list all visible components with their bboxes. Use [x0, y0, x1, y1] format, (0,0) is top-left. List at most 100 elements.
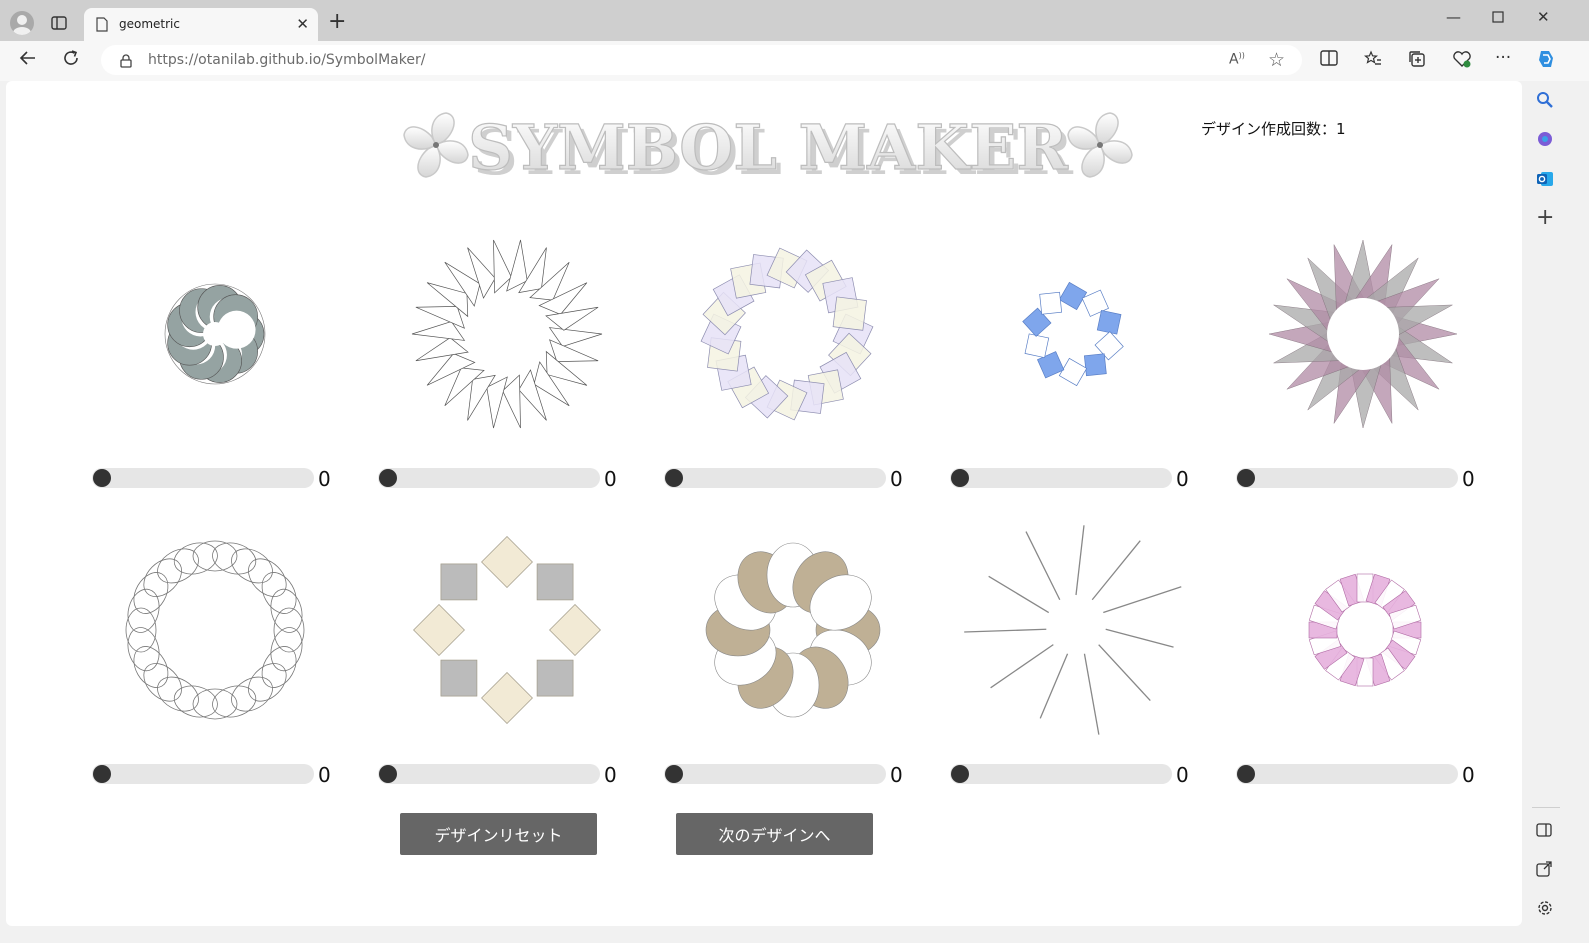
symbol-line: [1039, 653, 1069, 719]
design-count-label: デザイン作成回数：1: [1201, 120, 1346, 138]
symbol-line: [1098, 644, 1151, 702]
symbol-ellipse-ring[interactable]: [85, 510, 345, 750]
symbol-mauve-star[interactable]: [1229, 214, 1489, 454]
symbol-square: [413, 604, 465, 656]
slider-8[interactable]: [664, 764, 886, 784]
url-text: https://otanilab.github.io/SymbolMaker/: [148, 52, 426, 68]
web-page: SYMBOL MAKER SYMBOL MAKER デザイン作成回数：1 0 0…: [6, 81, 1522, 926]
svg-text:SYMBOL MAKER: SYMBOL MAKER: [468, 111, 1068, 184]
symbol-ellipse: [127, 627, 160, 672]
slider-2[interactable]: [378, 468, 600, 488]
symbol-square: [536, 563, 574, 601]
symbol-line: [1075, 525, 1085, 596]
symbol-star-triangles[interactable]: [371, 214, 631, 454]
back-arrow-icon[interactable]: [19, 49, 37, 71]
symbol-crescent-swirl[interactable]: [85, 214, 345, 454]
symbol-square: [1039, 291, 1063, 315]
symbol-line-burst[interactable]: [943, 510, 1203, 750]
slider-9[interactable]: [950, 764, 1172, 784]
symbol-line: [1091, 540, 1141, 601]
slider-knob[interactable]: [379, 765, 397, 783]
slider-knob[interactable]: [93, 469, 111, 487]
symbol-ellipse: [270, 627, 303, 672]
symbol-square: [536, 659, 574, 697]
search-icon[interactable]: [1536, 91, 1554, 113]
split-screen-icon[interactable]: [1320, 50, 1338, 70]
symbol-center: [1343, 608, 1387, 652]
symbol-line: [1025, 531, 1061, 601]
symbol-square: [1096, 309, 1122, 335]
profile-avatar-icon[interactable]: [10, 11, 34, 35]
symbol-ellipse: [127, 588, 160, 633]
copilot-icon[interactable]: [1535, 48, 1557, 74]
symbol-octagon-squares[interactable]: [371, 510, 631, 750]
browser-essentials-icon[interactable]: [1452, 50, 1472, 72]
symbol-blue-squares[interactable]: [943, 214, 1203, 454]
slider-10[interactable]: [1236, 764, 1458, 784]
slider-knob[interactable]: [665, 765, 683, 783]
symbol-square-ring[interactable]: [657, 214, 917, 454]
slider-knob[interactable]: [93, 765, 111, 783]
external-link-icon[interactable]: [1536, 861, 1552, 881]
slider-value-7: 0: [604, 763, 617, 787]
read-aloud-icon[interactable]: A)): [1229, 51, 1245, 68]
slider-6[interactable]: [92, 764, 314, 784]
maximize-icon[interactable]: [1492, 9, 1504, 27]
slider-value-6: 0: [318, 763, 331, 787]
settings-gear-icon[interactable]: [1536, 899, 1554, 921]
symbol-ellipse: [212, 685, 257, 718]
favorites-icon[interactable]: [1363, 50, 1382, 72]
slider-knob[interactable]: [1237, 469, 1255, 487]
symbol-ellipse: [173, 542, 218, 575]
add-icon[interactable]: +: [1536, 207, 1554, 229]
slider-knob[interactable]: [1237, 765, 1255, 783]
minimize-icon[interactable]: —: [1446, 8, 1461, 26]
copilot-sidebar-icon[interactable]: [1536, 130, 1554, 152]
slider-5[interactable]: [1236, 468, 1458, 488]
tab-actions-icon[interactable]: [51, 15, 67, 34]
favorite-star-icon[interactable]: ☆: [1268, 49, 1285, 71]
slider-value-4: 0: [1176, 467, 1189, 491]
slider-knob[interactable]: [951, 469, 969, 487]
edge-sidebar: +: [1524, 81, 1568, 943]
tab-bar: geometric ✕ + — ✕: [0, 0, 1589, 41]
refresh-icon[interactable]: [62, 49, 80, 71]
slider-value-5: 0: [1462, 467, 1475, 491]
sidebar-panel-icon[interactable]: [1536, 822, 1552, 841]
design-reset-button[interactable]: デザインリセット: [400, 813, 597, 855]
tab-close-icon[interactable]: ✕: [296, 15, 309, 33]
slider-value-8: 0: [890, 763, 903, 787]
slider-value-3: 0: [890, 467, 903, 491]
more-options-icon[interactable]: ···: [1495, 48, 1511, 68]
slider-knob[interactable]: [951, 765, 969, 783]
lock-icon[interactable]: [120, 53, 132, 72]
slider-knob[interactable]: [665, 469, 683, 487]
symbol-square: [440, 659, 478, 697]
close-window-icon[interactable]: ✕: [1537, 8, 1550, 26]
sidebar-divider: [1532, 807, 1560, 808]
slider-4[interactable]: [950, 468, 1172, 488]
symbol-pink-ring[interactable]: [1229, 510, 1489, 750]
address-bar[interactable]: https://otanilab.github.io/SymbolMaker/ …: [101, 45, 1302, 75]
symbol-maker-logo: SYMBOL MAKER SYMBOL MAKER: [398, 103, 1138, 197]
symbol-square: [1058, 357, 1088, 387]
symbol-square: [1058, 281, 1088, 311]
symbol-line: [990, 644, 1054, 689]
slider-value-10: 0: [1462, 763, 1475, 787]
outlook-icon[interactable]: [1536, 170, 1554, 192]
browser-tab[interactable]: geometric ✕: [84, 8, 318, 41]
slider-knob[interactable]: [379, 469, 397, 487]
symbol-square: [832, 296, 867, 331]
slider-3[interactable]: [664, 468, 886, 488]
next-design-button[interactable]: 次のデザインへ: [676, 813, 873, 855]
symbol-line: [1083, 653, 1100, 735]
symbol-ellipse: [192, 688, 238, 720]
slider-1[interactable]: [92, 468, 314, 488]
symbol-ellipse-flower[interactable]: [657, 510, 917, 750]
slider-value-1: 0: [318, 467, 331, 491]
collections-icon[interactable]: [1408, 50, 1426, 72]
symbol-line: [1105, 628, 1174, 648]
slider-7[interactable]: [378, 764, 600, 784]
new-tab-icon[interactable]: +: [328, 11, 346, 33]
symbol-ellipse: [125, 607, 157, 653]
